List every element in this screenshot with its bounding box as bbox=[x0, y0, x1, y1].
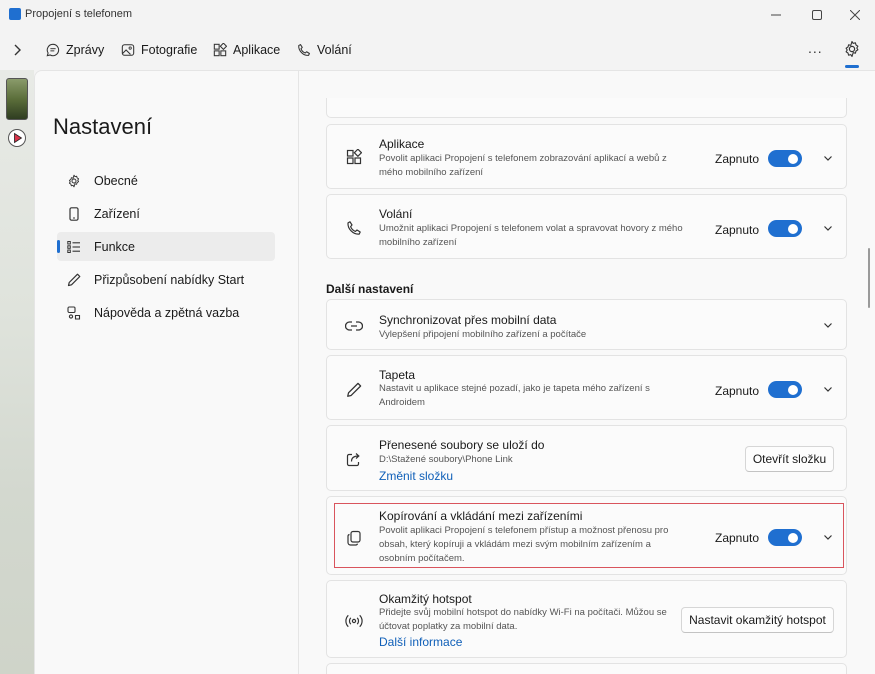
sidebar-item-label: Obecné bbox=[94, 173, 138, 188]
list-icon bbox=[66, 239, 82, 255]
photo-icon bbox=[121, 44, 135, 56]
window-title: Propojení s telefonem bbox=[25, 8, 133, 20]
card-title: Kopírování a vkládání mezi zařízeními bbox=[379, 509, 583, 523]
card-title: Synchronizovat přes mobilní data bbox=[379, 313, 557, 327]
change-folder-link[interactable]: Změnit složku bbox=[379, 469, 453, 483]
calls-toggle[interactable] bbox=[768, 220, 802, 237]
expand-chevron-icon[interactable] bbox=[8, 39, 28, 61]
title-bar: Propojení s telefonem bbox=[0, 0, 875, 30]
tab-apps[interactable]: Aplikace bbox=[213, 40, 280, 60]
sidebar-item-label: Funkce bbox=[94, 239, 135, 254]
device-thumbnail[interactable] bbox=[6, 78, 28, 120]
card-title: Tapeta bbox=[379, 368, 416, 382]
card-title: Přenesené soubory se uloží do bbox=[379, 438, 545, 452]
wallpaper-toggle[interactable] bbox=[768, 381, 802, 398]
card-transferred-files: Přenesené soubory se uloží do D:\Stažené… bbox=[326, 425, 847, 491]
hotspot-icon bbox=[345, 611, 363, 629]
card-calls[interactable]: Volání Umožnit aplikaci Propojení s tele… bbox=[326, 194, 847, 259]
help-icon bbox=[66, 305, 82, 321]
tab-messages[interactable]: Zprávy bbox=[46, 40, 104, 60]
card-sync-mobile-data[interactable]: Synchronizovat přes mobilní data Vylepše… bbox=[326, 299, 847, 350]
close-icon[interactable] bbox=[835, 0, 875, 30]
partial-card bbox=[326, 663, 847, 674]
pen-icon bbox=[345, 381, 363, 399]
tab-label: Fotografie bbox=[141, 43, 198, 57]
chevron-down-icon[interactable] bbox=[822, 222, 834, 234]
message-icon bbox=[46, 43, 60, 57]
top-nav: Zprávy Fotografie Aplikace Volání ... bbox=[0, 30, 875, 70]
tab-label: Volání bbox=[317, 43, 352, 57]
gear-icon[interactable] bbox=[843, 40, 861, 58]
card-description: Umožnit aplikaci Propojení s telefonem v… bbox=[379, 223, 683, 248]
sidebar-item-start-menu[interactable]: Přizpůsobení nabídky Start bbox=[57, 265, 275, 294]
page-title: Nastavení bbox=[53, 114, 153, 139]
copy-paste-toggle[interactable] bbox=[768, 529, 802, 546]
card-title: Aplikace bbox=[379, 137, 425, 151]
tab-label: Aplikace bbox=[233, 43, 281, 57]
card-title: Volání bbox=[379, 207, 413, 221]
chevron-down-icon[interactable] bbox=[822, 383, 834, 395]
gear-icon bbox=[66, 173, 82, 189]
device-strip bbox=[0, 70, 34, 674]
chevron-down-icon[interactable] bbox=[822, 531, 834, 543]
card-copy-paste[interactable]: Kopírování a vkládání mezi zařízeními Po… bbox=[326, 496, 847, 575]
maximize-icon[interactable] bbox=[797, 0, 837, 30]
open-folder-button[interactable]: Otevřít složku bbox=[745, 446, 834, 472]
sidebar-item-label: Nápověda a zpětná vazba bbox=[94, 305, 240, 320]
sidebar-item-label: Přizpůsobení nabídky Start bbox=[94, 272, 245, 287]
chevron-down-icon[interactable] bbox=[822, 319, 834, 331]
status-label: Zapnuto bbox=[715, 384, 760, 398]
download-path: D:\Stažené soubory\Phone Link bbox=[379, 454, 513, 465]
apps-icon bbox=[213, 43, 227, 57]
copy-icon bbox=[345, 529, 363, 547]
apps-toggle[interactable] bbox=[768, 150, 802, 167]
partial-card bbox=[326, 98, 847, 118]
card-description: Přidejte svůj mobilní hotspot do nabídky… bbox=[379, 607, 667, 632]
card-instant-hotspot: Okamžitý hotspot Přidejte svůj mobilní h… bbox=[326, 580, 847, 658]
sidebar-item-devices[interactable]: Zařízení bbox=[57, 199, 275, 228]
card-description: Vylepšení připojení mobilního zařízení a… bbox=[379, 329, 587, 340]
tab-calls[interactable]: Volání bbox=[297, 40, 352, 60]
phone-link-app-icon bbox=[9, 8, 21, 20]
status-label: Zapnuto bbox=[715, 223, 760, 237]
media-play-icon[interactable] bbox=[7, 128, 27, 148]
sidebar-item-features[interactable]: Funkce bbox=[57, 232, 275, 261]
tab-label: Zprávy bbox=[66, 43, 105, 57]
chevron-down-icon[interactable] bbox=[822, 152, 834, 164]
link-icon bbox=[345, 317, 363, 335]
settings-sidebar bbox=[34, 70, 299, 674]
phone-icon bbox=[345, 219, 363, 237]
set-up-hotspot-button[interactable]: Nastavit okamžitý hotspot bbox=[681, 607, 834, 633]
active-tab-indicator bbox=[845, 65, 859, 68]
phone-icon bbox=[298, 44, 310, 56]
card-wallpaper[interactable]: Tapeta Nastavit u aplikace stejné pozadí… bbox=[326, 355, 847, 420]
more-options-icon[interactable]: ... bbox=[808, 40, 823, 56]
learn-more-link[interactable]: Další informace bbox=[379, 635, 462, 649]
card-description: Povolit aplikaci Propojení s telefonem p… bbox=[379, 525, 669, 564]
card-apps[interactable]: Aplikace Povolit aplikaci Propojení s te… bbox=[326, 124, 847, 189]
sidebar-item-help[interactable]: Nápověda a zpětná vazba bbox=[57, 298, 275, 327]
share-icon bbox=[345, 450, 363, 468]
phone-device-icon bbox=[66, 206, 82, 222]
section-title: Další nastavení bbox=[326, 282, 414, 296]
settings-content: Aplikace Povolit aplikaci Propojení s te… bbox=[300, 70, 875, 674]
sidebar-item-label: Zařízení bbox=[94, 206, 140, 221]
status-label: Zapnuto bbox=[715, 152, 760, 166]
card-description: Povolit aplikaci Propojení s telefonem z… bbox=[379, 153, 667, 178]
sidebar-item-general[interactable]: Obecné bbox=[57, 166, 275, 195]
card-description: Nastavit u aplikace stejné pozadí, jako … bbox=[379, 383, 650, 408]
pen-icon bbox=[66, 272, 82, 288]
minimize-icon[interactable] bbox=[756, 0, 796, 30]
tab-photos[interactable]: Fotografie bbox=[121, 40, 197, 60]
apps-icon bbox=[345, 148, 363, 166]
status-label: Zapnuto bbox=[715, 531, 760, 545]
card-title: Okamžitý hotspot bbox=[379, 592, 472, 606]
scrollbar[interactable] bbox=[868, 248, 870, 308]
